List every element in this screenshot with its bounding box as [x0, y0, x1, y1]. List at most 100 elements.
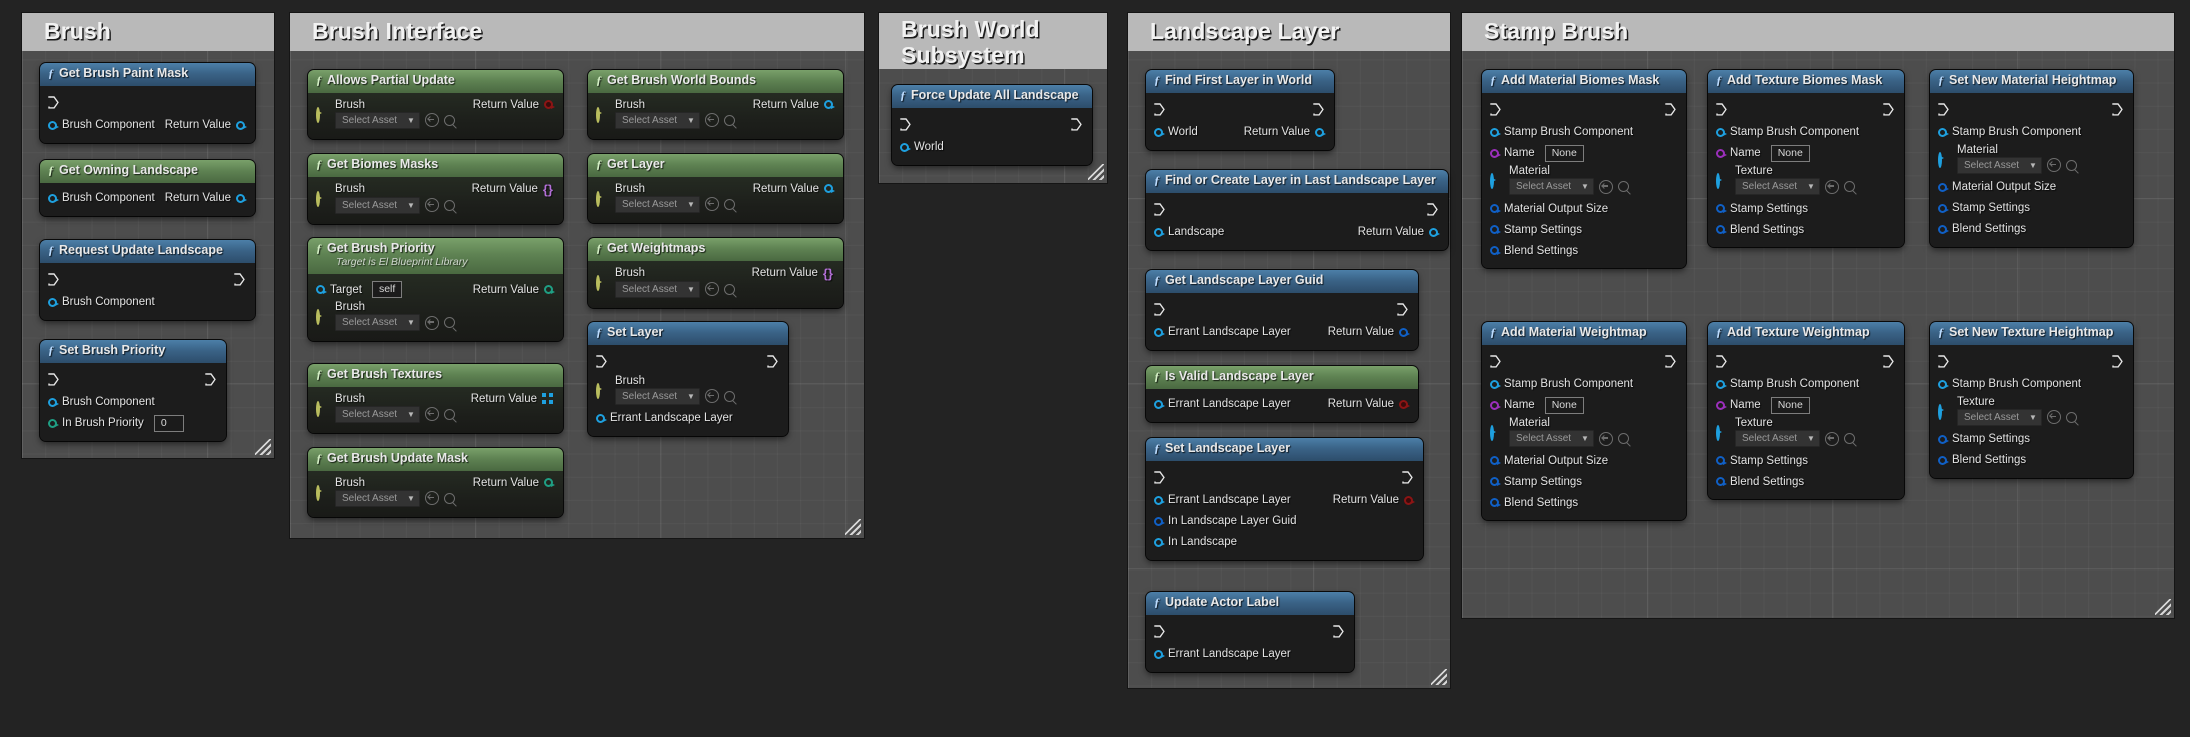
node-add-texture-biomes-mask[interactable]: ƒ Add Texture Biomes Mask Stamp Brush Comp… [1708, 70, 1904, 248]
search-icon[interactable] [443, 199, 455, 211]
asset-picker[interactable]: Select Asset ▼ [1509, 430, 1676, 448]
exec-out-pin[interactable] [1883, 102, 1894, 116]
search-icon[interactable] [1617, 433, 1629, 445]
node-add-material-weightmap[interactable]: ƒ Add Material Weightmap Stamp Brush Compo… [1482, 322, 1686, 521]
browse-back-icon[interactable] [2046, 410, 2061, 425]
node-find-or-create-layer-in-last-landscape-layer[interactable]: ƒ Find or Create Layer in Last Landscape … [1146, 170, 1448, 250]
node-set-landscape-layer[interactable]: ƒ Set Landscape Layer Errant Landscape Lay… [1146, 438, 1423, 560]
panel-resize-grip[interactable] [1431, 669, 1447, 685]
node-header[interactable]: ƒ Force Update All Landscape [892, 85, 1092, 108]
node-header[interactable]: ƒ Set New Material Heightmap [1930, 70, 2133, 93]
exec-in-pin[interactable] [1938, 354, 1949, 368]
exec-in-pin[interactable] [1154, 302, 1165, 316]
browse-back-icon[interactable] [1598, 431, 1613, 446]
asset-select-dropdown[interactable]: Select Asset ▼ [335, 405, 420, 423]
exec-in-pin[interactable] [900, 117, 911, 131]
value-field[interactable]: None [1544, 396, 1584, 415]
asset-select-dropdown[interactable]: Select Asset ▼ [335, 196, 420, 214]
exec-out-pin[interactable] [2112, 102, 2123, 116]
asset-select-dropdown[interactable]: Select Asset ▼ [1735, 430, 1820, 448]
browse-back-icon[interactable] [424, 491, 439, 506]
node-update-actor-label[interactable]: ƒ Update Actor Label Errant Landscape Laye… [1146, 592, 1354, 672]
browse-back-icon[interactable] [704, 282, 719, 297]
browse-back-icon[interactable] [704, 389, 719, 404]
node-header[interactable]: ƒ Set New Texture Heightmap [1930, 322, 2133, 345]
exec-in-pin[interactable] [1154, 624, 1165, 638]
node-get-biomes-masks[interactable]: ƒ Get Biomes Masks Brush Return Value {} Sele… [308, 154, 563, 224]
exec-in-pin[interactable] [48, 372, 59, 386]
node-is-valid-landscape-layer[interactable]: ƒ Is Valid Landscape Layer Errant Landscap… [1146, 366, 1418, 422]
node-header[interactable]: ƒ Get Brush Textures [308, 364, 563, 387]
exec-in-pin[interactable] [1154, 102, 1165, 116]
node-header[interactable]: ƒ Get Brush Priority Target is El Blueprin… [308, 238, 563, 274]
value-field[interactable]: None [1544, 144, 1584, 163]
asset-picker[interactable]: Select Asset ▼ [335, 314, 553, 332]
search-icon[interactable] [723, 114, 735, 126]
node-find-first-layer-in-world[interactable]: ƒ Find First Layer in World World Return Va… [1146, 70, 1334, 150]
panel-resize-grip[interactable] [2155, 599, 2171, 615]
asset-select-dropdown[interactable]: Select Asset ▼ [1509, 178, 1594, 196]
exec-out-pin[interactable] [1313, 102, 1324, 116]
browse-back-icon[interactable] [424, 113, 439, 128]
asset-select-dropdown[interactable]: Select Asset ▼ [615, 280, 700, 298]
panel-resize-grip[interactable] [845, 519, 861, 535]
node-header[interactable]: ƒ Get Biomes Masks [308, 154, 563, 177]
exec-out-pin[interactable] [767, 354, 778, 368]
node-header[interactable]: ƒ Set Brush Priority [40, 340, 226, 363]
browse-back-icon[interactable] [704, 113, 719, 128]
value-field[interactable]: None [1770, 396, 1810, 415]
search-icon[interactable] [1617, 181, 1629, 193]
node-header[interactable]: ƒ Get Layer [588, 154, 843, 177]
exec-out-pin[interactable] [1665, 102, 1676, 116]
node-set-brush-priority[interactable]: ƒ Set Brush Priority Brush Component In Bru… [40, 340, 226, 442]
node-get-landscape-layer-guid[interactable]: ƒ Get Landscape Layer Guid Errant Landscap… [1146, 270, 1418, 350]
panel-resize-grip[interactable] [1088, 164, 1104, 180]
asset-select-dropdown[interactable]: Select Asset ▼ [1509, 430, 1594, 448]
asset-picker[interactable]: Select Asset ▼ [1735, 430, 1894, 448]
asset-picker[interactable]: Select Asset ▼ [335, 489, 553, 507]
node-get-brush-update-mask[interactable]: ƒ Get Brush Update Mask Brush Return Value S… [308, 448, 563, 517]
exec-in-pin[interactable] [1490, 354, 1501, 368]
node-get-weightmaps[interactable]: ƒ Get Weightmaps Brush Return Value {} Select… [588, 238, 843, 308]
search-icon[interactable] [443, 408, 455, 420]
exec-out-pin[interactable] [1333, 624, 1344, 638]
browse-back-icon[interactable] [2046, 158, 2061, 173]
node-set-layer[interactable]: ƒ Set Layer Brush Select Asset ▼ Errant Lands… [588, 322, 788, 436]
exec-out-pin[interactable] [1397, 302, 1408, 316]
search-icon[interactable] [723, 390, 735, 402]
asset-select-dropdown[interactable]: Select Asset ▼ [335, 314, 420, 332]
search-icon[interactable] [443, 317, 455, 329]
node-add-texture-weightmap[interactable]: ƒ Add Texture Weightmap Stamp Brush Compon… [1708, 322, 1904, 500]
exec-in-pin[interactable] [1938, 102, 1949, 116]
asset-select-dropdown[interactable]: Select Asset ▼ [1957, 408, 2042, 426]
asset-picker[interactable]: Select Asset ▼ [615, 280, 833, 298]
asset-select-dropdown[interactable]: Select Asset ▼ [615, 111, 700, 129]
search-icon[interactable] [2065, 411, 2077, 423]
node-get-brush-paint-mask[interactable]: ƒ Get Brush Paint Mask Brush Component Retu… [40, 63, 255, 143]
asset-select-dropdown[interactable]: Select Asset ▼ [615, 195, 700, 213]
exec-out-pin[interactable] [1883, 354, 1894, 368]
asset-picker[interactable]: Select Asset ▼ [335, 405, 553, 423]
node-header[interactable]: ƒ Get Brush Update Mask [308, 448, 563, 471]
exec-out-pin[interactable] [2112, 354, 2123, 368]
panel-resize-grip[interactable] [255, 439, 271, 455]
node-get-brush-world-bounds[interactable]: ƒ Get Brush World Bounds Brush Return Value… [588, 70, 843, 139]
node-header[interactable]: ƒ Get Brush Paint Mask [40, 63, 255, 86]
node-header[interactable]: ƒ Set Layer [588, 322, 788, 345]
node-get-owning-landscape[interactable]: ƒ Get Owning Landscape Brush Component Retu… [40, 160, 255, 216]
node-force-update-all-landscape[interactable]: ƒ Force Update All Landscape World [892, 85, 1092, 165]
asset-select-dropdown[interactable]: Select Asset ▼ [615, 387, 700, 405]
browse-back-icon[interactable] [1598, 179, 1613, 194]
exec-out-pin[interactable] [234, 272, 245, 286]
search-icon[interactable] [723, 283, 735, 295]
node-header[interactable]: ƒ Update Actor Label [1146, 592, 1354, 615]
asset-picker[interactable]: Select Asset ▼ [1957, 408, 2123, 426]
node-header[interactable]: ƒ Set Landscape Layer [1146, 438, 1423, 461]
browse-back-icon[interactable] [424, 198, 439, 213]
node-add-material-biomes-mask[interactable]: ƒ Add Material Biomes Mask Stamp Brush Com… [1482, 70, 1686, 269]
exec-out-pin[interactable] [205, 372, 216, 386]
browse-back-icon[interactable] [1824, 431, 1839, 446]
exec-out-pin[interactable] [1402, 470, 1413, 484]
exec-in-pin[interactable] [1154, 470, 1165, 484]
browse-back-icon[interactable] [424, 407, 439, 422]
